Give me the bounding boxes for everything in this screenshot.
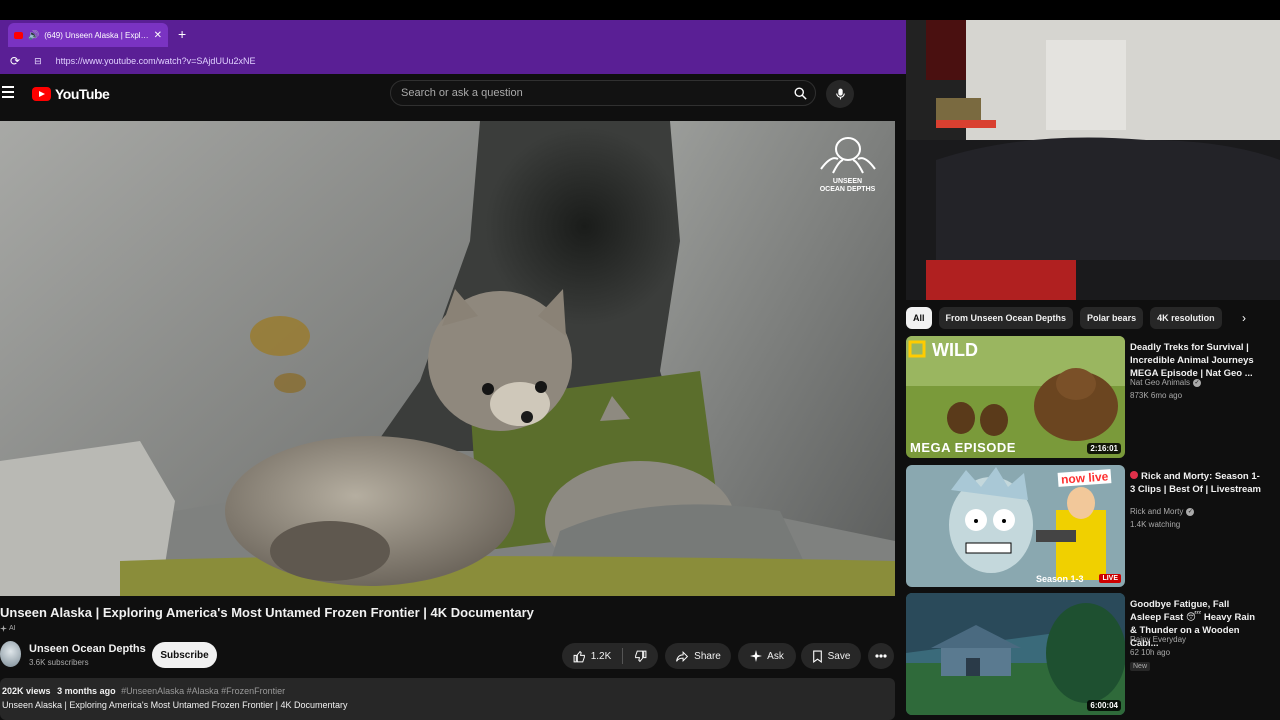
hashtags[interactable]: #UnseenAlaska #Alaska #FrozenFrontier xyxy=(121,686,285,696)
logo-text: YouTube xyxy=(55,86,110,102)
screen-top-bar xyxy=(0,0,1280,20)
share-button[interactable]: Share xyxy=(665,643,731,669)
bookmark-icon xyxy=(812,650,822,663)
recommendation-channel[interactable]: Rick and Morty ✓ xyxy=(1130,507,1195,516)
ai-label: AI xyxy=(9,625,16,632)
close-tab-icon[interactable]: ✕ xyxy=(154,30,162,41)
recommendation-stats: 873K 6mo ago xyxy=(1130,391,1183,400)
channel-watermark: UNSEEN OCEAN DEPTHS xyxy=(810,135,885,194)
ask-label: Ask xyxy=(767,650,784,662)
ai-badge: AI xyxy=(0,625,16,632)
recommendation-item[interactable]: now live Season 1-3 LIVE Rick and Morty:… xyxy=(906,465,1280,587)
sparkle-icon xyxy=(750,650,763,662)
tab-title: (649) Unseen Alaska | Exploring xyxy=(44,30,149,40)
more-actions-button[interactable] xyxy=(868,643,894,669)
watermark-line1: UNSEEN xyxy=(832,178,863,185)
new-tab-button[interactable]: + xyxy=(178,26,186,42)
recommendation-title-text: Rick and Morty: Season 1-3 Clips | Best … xyxy=(1130,471,1261,495)
video-frame-arctic-fox xyxy=(0,121,895,596)
recommendation-title[interactable]: Deadly Treks for Survival | Incredible A… xyxy=(1130,341,1262,380)
watermark-line2: OCEAN DEPTHS xyxy=(819,186,876,193)
thumbnail-text-bottom: MEGA EPISODE xyxy=(910,440,1016,455)
like-dislike-group: 1.2K xyxy=(562,643,658,669)
search-icon xyxy=(794,87,807,100)
chip-polar-bears[interactable]: Polar bears xyxy=(1080,307,1144,329)
recommendation-channel[interactable]: Nat Geo Animals ✓ xyxy=(1130,378,1202,387)
youtube-logo[interactable]: YouTube xyxy=(32,86,110,102)
recommendation-stats: 62 10h ago xyxy=(1130,648,1171,657)
verified-check-icon: ✓ xyxy=(1193,378,1202,387)
video-thumbnail[interactable]: WILD MEGA EPISODE 2:16:01 xyxy=(906,336,1125,458)
save-button[interactable]: Save xyxy=(801,643,861,669)
site-info-icon[interactable]: ⊟ xyxy=(34,56,42,67)
channel-avatar[interactable] xyxy=(0,641,21,667)
channel-name[interactable]: Unseen Ocean Depths xyxy=(29,643,146,655)
webcam-room-image xyxy=(906,20,1280,300)
video-duration: 6:00:04 xyxy=(1087,700,1121,711)
thumbs-down-icon[interactable] xyxy=(634,650,647,663)
live-badge: LIVE xyxy=(1099,574,1121,583)
chip-from-channel[interactable]: From Unseen Ocean Depths xyxy=(938,307,1074,329)
video-player[interactable]: UNSEEN OCEAN DEPTHS xyxy=(0,121,895,596)
hamburger-menu-icon[interactable] xyxy=(2,86,14,98)
url-text[interactable]: https://www.youtube.com/watch?v=SAjdUUu2… xyxy=(56,56,256,66)
browser-tab-bar: 🔊 (649) Unseen Alaska | Exploring ✕ xyxy=(0,20,906,48)
channel-label: Rick and Morty xyxy=(1130,507,1184,516)
thumbnail-text-bottom: Season 1-3 xyxy=(1036,574,1084,584)
ask-button[interactable]: Ask xyxy=(738,643,796,669)
search-box xyxy=(390,80,816,106)
recommendation-channel[interactable]: Rainy Everyday xyxy=(1130,635,1186,644)
channel-label: Nat Geo Animals xyxy=(1130,378,1191,387)
video-duration: 2:16:01 xyxy=(1087,443,1121,454)
description-text: Unseen Alaska | Exploring America's Most… xyxy=(2,700,348,710)
video-thumbnail[interactable]: 6:00:04 xyxy=(906,593,1125,715)
browser-tab[interactable]: 🔊 (649) Unseen Alaska | Exploring ✕ xyxy=(8,23,168,47)
chip-4k-resolution[interactable]: 4K resolution xyxy=(1150,307,1222,329)
recommendation-item[interactable]: WILD MEGA EPISODE 2:16:01 Deadly Treks f… xyxy=(906,336,1280,458)
live-dot-icon xyxy=(1130,471,1138,479)
share-icon xyxy=(676,650,689,662)
masthead: YouTube xyxy=(0,74,906,118)
speaker-icon[interactable]: 🔊 xyxy=(28,30,39,41)
microphone-icon xyxy=(835,88,845,100)
address-bar: ⟳ ⊟ https://www.youtube.com/watch?v=SAjd… xyxy=(0,48,906,74)
description-box[interactable]: 202K views 3 months ago #UnseenAlaska #A… xyxy=(0,678,895,720)
octopus-logo-icon xyxy=(819,137,876,174)
reload-icon[interactable]: ⟳ xyxy=(10,54,20,68)
video-title: Unseen Alaska | Exploring America's Most… xyxy=(0,605,534,620)
chip-all[interactable]: All xyxy=(906,307,932,329)
more-horizontal-icon xyxy=(875,654,887,658)
recommendation-title[interactable]: Rick and Morty: Season 1-3 Clips | Best … xyxy=(1130,470,1262,496)
webcam-overlay xyxy=(906,20,1280,300)
channel-label: Rainy Everyday xyxy=(1130,635,1187,644)
search-button[interactable] xyxy=(785,81,815,105)
recommendation-stats: 1.4K watching xyxy=(1130,520,1181,529)
description-meta: 202K views 3 months ago #UnseenAlaska #A… xyxy=(2,686,893,696)
save-label: Save xyxy=(827,650,851,662)
share-label: Share xyxy=(694,650,721,662)
verified-check-icon: ✓ xyxy=(1186,507,1195,516)
voice-search-button[interactable] xyxy=(826,80,854,108)
thumbs-up-icon[interactable] xyxy=(573,650,586,663)
youtube-play-icon xyxy=(32,87,51,101)
search-input[interactable] xyxy=(391,81,785,105)
youtube-favicon-icon xyxy=(14,31,23,39)
chevron-right-icon[interactable]: › xyxy=(1234,308,1254,328)
like-count[interactable]: 1.2K xyxy=(591,651,612,662)
subscriber-count: 3.6K subscribers xyxy=(29,658,89,667)
filter-chips: All From Unseen Ocean Depths Polar bears… xyxy=(906,307,1280,329)
video-thumbnail[interactable]: now live Season 1-3 LIVE xyxy=(906,465,1125,587)
subscribe-button[interactable]: Subscribe xyxy=(152,642,217,668)
view-count: 202K views xyxy=(2,686,51,696)
upload-age: 3 months ago xyxy=(57,686,116,696)
like-divider xyxy=(622,648,624,664)
rain-cabin-thumbnail-image xyxy=(906,593,1125,715)
recommendation-item[interactable]: 6:00:04 Goodbye Fatigue, Fall Asleep Fas… xyxy=(906,593,1280,715)
new-badge: New xyxy=(1130,662,1151,671)
sparkle-icon xyxy=(0,625,7,632)
thumbnail-text-top: WILD xyxy=(932,340,978,360)
youtube-page: YouTube Search or ask a question UNSEEN … xyxy=(0,74,906,720)
